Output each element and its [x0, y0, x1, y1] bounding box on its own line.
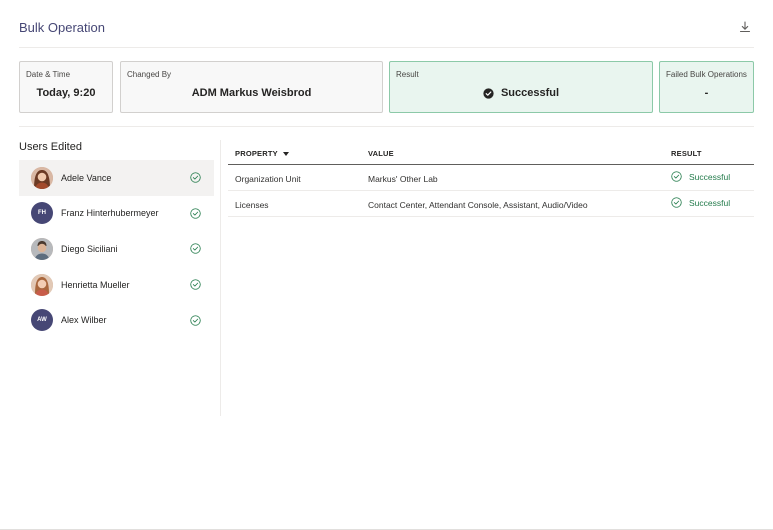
- bulk-operation-panel: Bulk Operation Date & Time Today, 9:20 C…: [0, 0, 773, 530]
- failed-operations-card: Failed Bulk Operations -: [659, 61, 754, 113]
- property-column-header[interactable]: PROPERTY: [235, 149, 289, 158]
- result-column-header: RESULT: [671, 149, 702, 158]
- check-circle-icon: [190, 172, 201, 183]
- result-cell: Successful: [671, 197, 730, 208]
- check-circle-filled-icon: [483, 87, 494, 99]
- result-value: Successful: [500, 87, 560, 99]
- property-cell: Licenses: [235, 200, 269, 210]
- changed-by-value: ADM Markus Weisbrod: [191, 87, 312, 99]
- failed-operations-label: Failed Bulk Operations: [666, 70, 747, 79]
- check-circle-icon: [190, 314, 201, 326]
- section-divider: [19, 126, 754, 127]
- properties-table: PROPERTY VALUE RESULT Organization Unit …: [228, 140, 754, 217]
- page-title: Bulk Operation: [19, 20, 105, 35]
- download-icon[interactable]: [738, 20, 752, 34]
- result-label: Result: [396, 70, 419, 79]
- property-header-label: PROPERTY: [235, 149, 278, 158]
- avatar: [31, 237, 53, 260]
- result-cell: Successful: [671, 171, 730, 182]
- users-list: Adele Vance FH Franz Hinterhubermeyer Di…: [19, 160, 214, 338]
- property-cell: Organization Unit: [235, 174, 301, 184]
- summary-cards: Date & Time Today, 9:20 Changed By ADM M…: [19, 61, 754, 113]
- value-cell: Markus' Other Lab: [368, 174, 438, 184]
- check-circle-icon: [190, 208, 201, 219]
- check-circle-icon: [671, 171, 682, 182]
- user-item-adele-vance[interactable]: Adele Vance: [19, 160, 214, 196]
- changed-by-card: Changed By ADM Markus Weisbrod: [120, 61, 383, 113]
- user-name: Alex Wilber: [61, 315, 107, 326]
- result-text: Successful: [689, 197, 731, 208]
- user-item-henrietta-mueller[interactable]: Henrietta Mueller: [19, 267, 214, 303]
- avatar: [31, 273, 53, 296]
- table-row: Organization Unit Markus' Other Lab Succ…: [228, 165, 754, 191]
- date-time-label: Date & Time: [26, 70, 71, 79]
- value-cell: Contact Center, Attendant Console, Assis…: [368, 200, 588, 210]
- check-circle-icon: [671, 197, 682, 208]
- user-item-franz-hinterhubermeyer[interactable]: FH Franz Hinterhubermeyer: [19, 196, 214, 232]
- check-circle-icon: [190, 243, 201, 255]
- user-name: Diego Siciliani: [61, 243, 118, 254]
- date-time-value: Today, 9:20: [36, 87, 96, 99]
- failed-operations-value: -: [704, 87, 709, 99]
- user-item-alex-wilber[interactable]: AW Alex Wilber: [19, 302, 214, 338]
- changed-by-label: Changed By: [127, 70, 172, 79]
- user-item-diego-siciliani[interactable]: Diego Siciliani: [19, 231, 214, 267]
- header: Bulk Operation: [19, 0, 754, 48]
- user-name: Adele Vance: [61, 172, 112, 183]
- avatar: [31, 166, 53, 189]
- users-edited-title: Users Edited: [19, 141, 82, 153]
- sort-caret-icon: [282, 151, 289, 156]
- result-value-wrap: Successful: [390, 87, 652, 99]
- check-circle-icon: [190, 279, 201, 290]
- column-divider: [220, 140, 221, 416]
- date-time-card: Date & Time Today, 9:20: [19, 61, 113, 113]
- avatar: AW: [31, 309, 53, 332]
- user-name: Henrietta Mueller: [61, 279, 130, 290]
- avatar: FH: [31, 202, 53, 225]
- table-header: PROPERTY VALUE RESULT: [228, 140, 754, 165]
- result-text: Successful: [689, 171, 731, 182]
- user-name: Franz Hinterhubermeyer: [61, 208, 159, 219]
- value-column-header: VALUE: [368, 149, 394, 158]
- table-row: Licenses Contact Center, Attendant Conso…: [228, 191, 754, 217]
- result-card: Result Successful: [389, 61, 653, 113]
